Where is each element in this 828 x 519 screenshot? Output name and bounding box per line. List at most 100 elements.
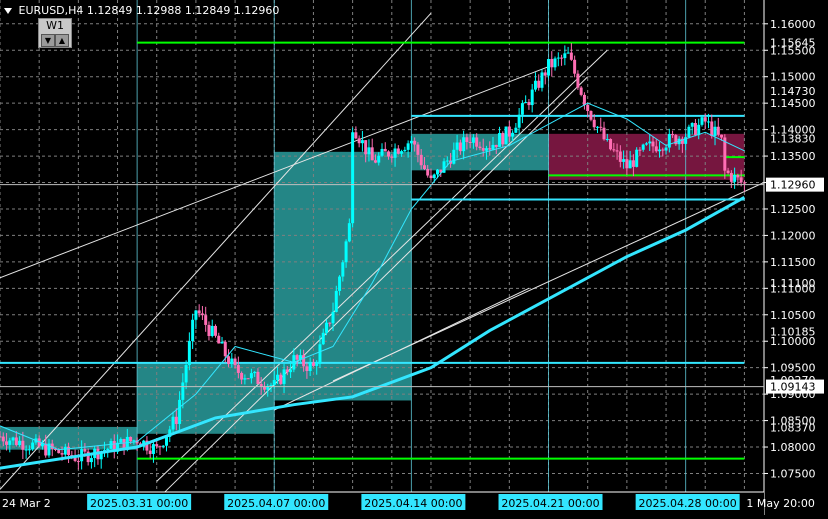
candle-body [223, 341, 227, 357]
candle-body [484, 148, 488, 151]
candle-body [370, 147, 374, 161]
price-tick-label: 1.12500 [770, 203, 816, 216]
price-chart[interactable]: 1.16000 1.15500 1.15000 1.14500 1.14000 1.135… [0, 0, 828, 515]
candle-body [194, 310, 198, 320]
candle-body [351, 132, 355, 224]
candle-body [481, 148, 485, 151]
candle-body [631, 160, 635, 167]
candle-body [311, 362, 315, 366]
price-tick-label: 1.16000 [770, 18, 816, 31]
candle-body [165, 436, 169, 446]
triangle-up-icon[interactable]: ▲ [55, 34, 69, 47]
candle-body [517, 114, 521, 128]
candle-body [720, 134, 724, 138]
candle-body [494, 144, 498, 147]
candle-body [8, 440, 12, 445]
candle-body [282, 369, 286, 384]
candle-body [191, 319, 195, 342]
candle-body [60, 453, 64, 455]
candle-body [419, 154, 423, 166]
candle-body [622, 159, 626, 162]
price-level-label: 1.11100 [770, 277, 816, 290]
candle-body [262, 386, 266, 390]
candle-body [612, 149, 616, 151]
candle-body [184, 365, 188, 383]
highlighted-time-label: 2025.03.31 00:00 [90, 497, 188, 510]
candle-body [628, 160, 632, 169]
candle-body [360, 140, 364, 144]
candle-body [582, 94, 586, 105]
candle-body [618, 151, 622, 162]
candle-body [373, 160, 377, 163]
candle-body [524, 102, 528, 104]
candle-body [364, 140, 368, 155]
candle-body [396, 148, 400, 154]
current-price-label: 1.09143 [770, 381, 816, 394]
candle-body [530, 89, 534, 106]
candle-body [357, 138, 361, 144]
candle-body [31, 442, 35, 450]
candle-body [579, 87, 583, 95]
candle-body [553, 58, 557, 68]
candle-body [89, 458, 93, 463]
candle-body [436, 169, 440, 175]
candle-body [197, 310, 201, 314]
highlighted-time-label: 2025.04.14 00:00 [364, 497, 462, 510]
candle-body [377, 155, 381, 163]
candle-body [14, 437, 18, 446]
candle-body [432, 174, 436, 179]
candle-body [429, 175, 433, 179]
candle-body [658, 149, 662, 152]
candle-body [289, 369, 293, 373]
candle-body [132, 440, 136, 442]
candle-body [400, 151, 404, 154]
candle-body [321, 332, 325, 345]
candle-body [27, 449, 31, 451]
candle-body [488, 148, 492, 150]
candle-body [236, 365, 240, 373]
candle-body [697, 124, 701, 136]
candle-body [1, 436, 5, 442]
candle-body [533, 80, 537, 90]
candle-body [422, 165, 426, 170]
candle-body [671, 134, 675, 136]
candle-body [511, 132, 515, 137]
candle-body [227, 356, 231, 364]
candle-body [276, 374, 280, 381]
candle-body [380, 148, 384, 156]
candle-body [736, 174, 740, 178]
candle-body [11, 437, 15, 441]
highlighted-time-label: 2025.04.21 00:00 [501, 497, 599, 510]
candle-body [18, 440, 22, 446]
candle-body [331, 311, 335, 324]
candle-body [654, 146, 658, 152]
candle-body [706, 121, 710, 123]
candle-body [690, 122, 694, 127]
candle-body [151, 444, 155, 454]
price-tick-label: 1.08000 [770, 441, 816, 454]
candle-body [305, 366, 309, 372]
candle-body [563, 53, 567, 59]
triangle-down-icon[interactable]: ▼ [41, 34, 55, 47]
chart-header: EURUSD,H4 1.12849 1.12988 1.12849 1.1296… [4, 4, 279, 17]
candle-body [383, 148, 387, 152]
candle-body [413, 140, 417, 145]
chart-canvas[interactable]: 1.160001.155001.150001.145001.140001.135… [0, 0, 828, 515]
candle-body [334, 290, 338, 312]
candle-body [285, 369, 289, 373]
candle-body [181, 382, 185, 400]
candle-body [253, 371, 257, 374]
candle-body [0, 436, 2, 438]
candle-body [63, 446, 67, 455]
candle-body [452, 149, 456, 164]
candle-body [455, 142, 459, 150]
time-tick-label: 24 Mar 2 [2, 497, 51, 510]
candle-body [210, 325, 214, 336]
candle-body [315, 363, 319, 366]
timeframe-widget[interactable]: W1 ▼ ▲ [38, 18, 72, 48]
candle-body [148, 450, 152, 454]
candle-body [504, 126, 508, 145]
candle-body [471, 137, 475, 143]
candle-body [76, 460, 80, 462]
dropdown-triangle-icon[interactable] [4, 8, 12, 14]
